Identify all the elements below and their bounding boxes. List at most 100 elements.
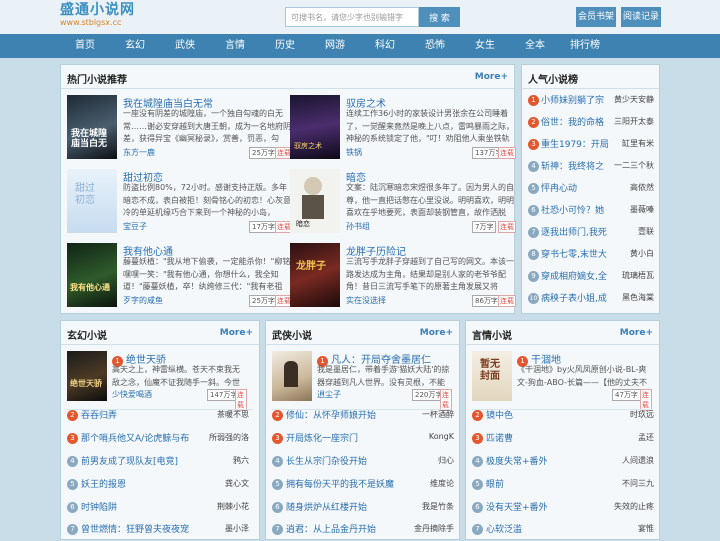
list-author[interactable]: 我是竹条 xyxy=(422,501,454,512)
list-item[interactable]: 3 开局炼化一座宗门 KongK xyxy=(272,428,454,450)
ranking-author[interactable]: 琉璃梧瓦 xyxy=(622,270,654,281)
nav-wangyou[interactable]: 网游 xyxy=(310,34,360,58)
book-author[interactable]: 孙书组 xyxy=(346,221,370,232)
list-author[interactable]: 不问三九 xyxy=(622,478,654,489)
list-item[interactable]: 2 镜中色 时玖远 xyxy=(472,405,654,427)
book-cover[interactable]: 龙胖子 xyxy=(290,243,340,307)
ranking-book-title[interactable]: 病秧子表小姐,成 xyxy=(541,291,615,304)
search-input[interactable] xyxy=(285,7,419,27)
list-author[interactable]: 失效的止疼 xyxy=(614,501,654,512)
list-item[interactable]: 2 吞吞归弄 茶暖不思 xyxy=(67,405,249,427)
list-book-title[interactable]: 开局炼化一座宗门 xyxy=(286,431,406,444)
section-more-link[interactable]: More+ xyxy=(220,328,253,338)
nav-lishi[interactable]: 历史 xyxy=(260,34,310,58)
book-cover[interactable]: 我有他心通 xyxy=(67,243,117,307)
ranking-author[interactable]: 一二三个秋 xyxy=(614,160,654,171)
list-book-title[interactable]: 曾世燃情：狂野曾夫夜夜宠 xyxy=(81,522,201,535)
section-more-link[interactable]: More+ xyxy=(420,328,453,338)
featured-book[interactable]: 绝世天骄 1 绝世天骄 高天之上，神雷纵横。苍天不束我无敌之念，仙魔不证我随手一斜… xyxy=(67,351,247,411)
list-item[interactable]: 4 前男友成了现队友[电竞] 鸦六 xyxy=(67,451,249,473)
hot-more-link[interactable]: More+ xyxy=(475,72,508,82)
book-cover[interactable]: 我在城隍 庙当白无 xyxy=(67,95,117,159)
featured-book[interactable]: 暂无 封面 1 干涸地 《干涸地》by火风凤原创小说-BL-爽文-狗血-ABO-长篇… xyxy=(472,351,652,411)
section-more-link[interactable]: More+ xyxy=(620,328,653,338)
member-bookshelf-button[interactable]: 会员书架 xyxy=(576,7,616,27)
ranking-book-title[interactable]: 逐我出师门,我死 xyxy=(541,225,615,238)
book-author[interactable]: 少快爱喝酒 xyxy=(112,389,152,400)
list-book-title[interactable]: 眼前 xyxy=(486,477,606,490)
ranking-book-title[interactable]: 俗世：我的命格 xyxy=(541,115,615,128)
list-book-title[interactable]: 长生从宗门杂役开始 xyxy=(286,454,406,467)
book-card[interactable]: 暗恋 暗恋 文案：陆沉寒暗恋宋煜很多年了。因为男人的自尊，他一直把话憋在心里没说… xyxy=(290,169,518,241)
book-author[interactable]: 逍尘子 xyxy=(317,389,341,400)
list-item[interactable]: 5 拥有每份天平的我不是妖魔 维度论 xyxy=(272,474,454,496)
book-cover[interactable]: 绝世天骄 xyxy=(67,351,107,401)
ranking-book-title[interactable]: 小师妹别躺了宗 xyxy=(541,93,615,106)
list-author[interactable]: 金丹摘除手 xyxy=(414,523,454,534)
book-card[interactable]: 我有他心通 我有他心通 藤蔓妖植："我从地下偷袭，一定能杀你！"柳铭嘿嘿一笑："… xyxy=(67,243,295,315)
ranking-author[interactable]: 三阳开太泰 xyxy=(614,116,654,127)
list-author[interactable]: 龚心文 xyxy=(225,478,249,489)
ranking-item[interactable]: 4 斩神：我终将之 一二三个秋 xyxy=(528,156,654,178)
ranking-author[interactable]: 高侬然 xyxy=(630,182,654,193)
book-card[interactable]: 驭房之术 驭房之术 连续工作36小时的家装设计男张余在公司睡着了，一觉醒来竟然是… xyxy=(290,95,518,167)
ranking-item[interactable]: 7 逐我出师门,我死 壹联 xyxy=(528,222,654,244)
ranking-item[interactable]: 2 俗世：我的命格 三阳开太泰 xyxy=(528,112,654,134)
ranking-book-title[interactable]: 重生1979：开局 xyxy=(541,137,615,150)
list-book-title[interactable]: 匹诺曹 xyxy=(486,431,606,444)
ranking-author[interactable]: 墨薇嗪 xyxy=(630,204,654,215)
ranking-author[interactable]: 黑色海棠 xyxy=(622,292,654,303)
book-author[interactable]: 铁锅 xyxy=(346,147,362,158)
list-author[interactable]: 维度论 xyxy=(430,478,454,489)
list-item[interactable]: 7 逍君：从上品金丹开始 金丹摘除手 xyxy=(272,519,454,541)
ranking-item[interactable]: 5 怦冉心动 高侬然 xyxy=(528,178,654,200)
list-author[interactable]: KongK xyxy=(429,432,454,441)
book-cover[interactable]: 甜过 初恋 xyxy=(67,169,117,233)
reading-history-button[interactable]: 阅读记录 xyxy=(621,7,661,27)
list-author[interactable]: 所弱强的洛 xyxy=(209,432,249,443)
nav-quanben[interactable]: 全本 xyxy=(510,34,560,58)
ranking-author[interactable]: 黄小白 xyxy=(630,248,654,259)
list-book-title[interactable]: 随身烘炉从红楼开始 xyxy=(286,500,406,513)
list-item[interactable]: 3 匹诺曹 孟还 xyxy=(472,428,654,450)
list-item[interactable]: 7 曾世燃情：狂野曾夫夜夜宠 墨小泽 xyxy=(67,519,249,541)
list-book-title[interactable]: 时钟陷阱 xyxy=(81,500,201,513)
book-cover[interactable] xyxy=(272,351,312,401)
search-button[interactable]: 搜 索 xyxy=(419,7,460,27)
site-logo[interactable]: 盛通小说网 www.stblgsx.cc xyxy=(60,2,135,28)
list-book-title[interactable]: 那个哨兵他又A/论虎鲸与布 xyxy=(81,431,201,444)
ranking-book-title[interactable]: 斩神：我终将之 xyxy=(541,159,615,172)
ranking-author[interactable]: 黄少天安静 xyxy=(614,94,654,105)
ranking-author[interactable]: 壹联 xyxy=(638,226,654,237)
list-author[interactable]: 荆棘小花 xyxy=(217,501,249,512)
list-book-title[interactable]: 拥有每份天平的我不是妖魔 xyxy=(286,477,406,490)
ranking-item[interactable]: 9 穿成相府嫡女,全 琉璃梧瓦 xyxy=(528,266,654,288)
nav-kongbu[interactable]: 恐怖 xyxy=(410,34,460,58)
list-item[interactable]: 5 妖王的报恩 龚心文 xyxy=(67,474,249,496)
ranking-book-title[interactable]: 怦冉心动 xyxy=(541,181,615,194)
book-card[interactable]: 甜过 初恋 甜过初恋 防盗比例80%，72小时。感谢支持正版。多年暗恋不成，表白被… xyxy=(67,169,295,241)
ranking-book-title[interactable]: 穿成相府嫡女,全 xyxy=(541,269,615,282)
list-book-title[interactable]: 吞吞归弄 xyxy=(81,408,201,421)
nav-home[interactable]: 首页 xyxy=(60,34,110,58)
list-book-title[interactable]: 极度失常+番外 xyxy=(486,454,606,467)
ranking-item[interactable]: 3 重生1979：开局 缸里有米 xyxy=(528,134,654,156)
book-cover[interactable]: 驭房之术 xyxy=(290,95,340,159)
list-book-title[interactable]: 前男友成了现队友[电竞] xyxy=(81,454,201,467)
list-book-title[interactable]: 心软泛滥 xyxy=(486,522,606,535)
ranking-item[interactable]: 8 穿书七零,末世大 黄小白 xyxy=(528,244,654,266)
ranking-book-title[interactable]: 社恐小可怜？她 xyxy=(541,203,615,216)
list-book-title[interactable]: 妖王的报恩 xyxy=(81,477,201,490)
list-item[interactable]: 7 心软泛滥 宴惟 xyxy=(472,519,654,541)
list-item[interactable]: 5 眼前 不问三九 xyxy=(472,474,654,496)
book-author[interactable]: 歹字的咸鱼 xyxy=(123,295,163,306)
featured-book[interactable]: 1 凡人：开局夺舍墨居仁 我是墨居仁，带着手游'猫妖大陆'的掠器穿越到凡人世界。没… xyxy=(272,351,452,411)
book-author[interactable]: 实在没选择 xyxy=(346,295,386,306)
nav-paihang[interactable]: 排行榜 xyxy=(560,34,610,58)
book-card[interactable]: 龙胖子 龙胖子历险记 三流写手龙胖子穿越到了自己写的网文。本该一路发达成为主角，… xyxy=(290,243,518,315)
list-book-title[interactable]: 镜中色 xyxy=(486,408,606,421)
list-author[interactable]: 人间遗浪 xyxy=(622,455,654,466)
nav-wuxia[interactable]: 武侠 xyxy=(160,34,210,58)
book-card[interactable]: 我在城隍 庙当白无 我在城隍庙当白无常 一座没有阴差的城隍庙，一个独自勾魂的白无常… xyxy=(67,95,295,167)
list-author[interactable]: 墨小泽 xyxy=(225,523,249,534)
